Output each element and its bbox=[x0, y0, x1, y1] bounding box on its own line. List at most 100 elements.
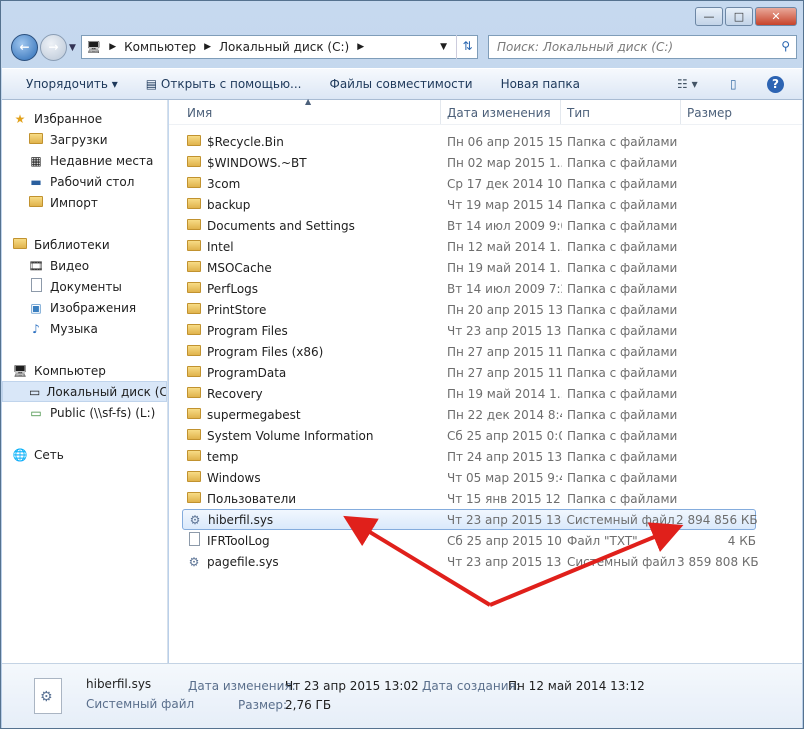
file-row[interactable]: 3com Ср 17 дек 2014 10:... Папка с файла… bbox=[182, 173, 756, 194]
breadcrumb-separator-icon[interactable]: ▶ bbox=[204, 42, 211, 52]
address-bar[interactable]: 🖥 ▶ Компьютер ▶ Локальный диск (C:) ▶ ▼ bbox=[81, 35, 478, 59]
sidebar-item-desktop[interactable]: ▬ Рабочий стол bbox=[2, 171, 167, 192]
sidebar-item-network-drive[interactable]: ▭ Public (\\sf-fs) (L:) bbox=[2, 402, 167, 423]
details-modified-label: Дата изменения: bbox=[188, 679, 296, 693]
sidebar-item-downloads[interactable]: Загрузки bbox=[2, 129, 167, 150]
file-name-cell: ProgramData bbox=[182, 365, 442, 380]
maximize-button[interactable]: □ bbox=[725, 7, 753, 26]
file-row[interactable]: ⚙ pagefile.sys Чт 23 апр 2015 13:... Сист… bbox=[182, 551, 759, 572]
file-date: Ср 17 дек 2014 10:... bbox=[447, 176, 562, 191]
sidebar-label: Сеть bbox=[34, 447, 64, 462]
sidebar-item-pictures[interactable]: ▣ Изображения bbox=[2, 297, 167, 318]
file-row[interactable]: PrintStore Пн 20 апр 2015 13... Папка с … bbox=[182, 299, 756, 320]
help-icon[interactable]: ? bbox=[767, 75, 784, 93]
file-type: Папка с файлами bbox=[567, 365, 678, 380]
back-button[interactable]: ← bbox=[11, 34, 38, 61]
column-header-type[interactable]: Тип bbox=[561, 100, 681, 124]
locked-folder-icon bbox=[186, 428, 202, 443]
new-folder-button[interactable]: Новая папка bbox=[487, 77, 594, 91]
file-row[interactable]: Documents and Settings Вт 14 июл 2009 9:… bbox=[182, 215, 756, 236]
file-name: Program Files bbox=[207, 323, 288, 338]
forward-button[interactable]: → bbox=[40, 34, 67, 61]
file-row[interactable]: $WINDOWS.~BT Пн 02 мар 2015 1... Папка с… bbox=[182, 152, 756, 173]
file-date: Чт 23 апр 2015 13:... bbox=[447, 323, 562, 338]
sidebar-label: Видео bbox=[50, 258, 90, 273]
libraries-icon bbox=[12, 237, 28, 252]
file-name-cell: $Recycle.Bin bbox=[182, 134, 442, 149]
file-name: pagefile.sys bbox=[207, 554, 279, 569]
search-placeholder: Поиск: Локальный диск (C:) bbox=[497, 40, 674, 54]
text-file-icon bbox=[186, 532, 202, 549]
folder-icon bbox=[186, 260, 202, 275]
file-row[interactable]: $Recycle.Bin Пн 06 апр 2015 15... Папка … bbox=[182, 131, 756, 152]
file-row[interactable]: Windows Чт 05 мар 2015 9:43 Папка с файл… bbox=[182, 467, 756, 488]
file-row[interactable]: IFRToolLog Сб 25 апр 2015 10... Файл "TX… bbox=[182, 530, 756, 551]
minimize-button[interactable]: — bbox=[695, 7, 723, 26]
file-date: Сб 25 апр 2015 10... bbox=[447, 533, 562, 548]
search-input[interactable]: Поиск: Локальный диск (C:) ⚲ bbox=[488, 35, 797, 59]
sidebar-item-documents[interactable]: Документы bbox=[2, 276, 167, 297]
file-date: Пн 12 май 2014 1... bbox=[447, 239, 562, 254]
refresh-button[interactable]: ⇅ bbox=[456, 35, 478, 59]
column-header-size[interactable]: Размер bbox=[681, 100, 761, 124]
file-row[interactable]: Program Files (x86) Пн 27 апр 2015 11...… bbox=[182, 341, 756, 362]
sidebar-network[interactable]: 🌐 Сеть bbox=[2, 444, 167, 465]
sidebar-item-recent-places[interactable]: ▦ Недавние места bbox=[2, 150, 167, 171]
compat-files-button[interactable]: Файлы совместимости bbox=[316, 77, 487, 91]
pictures-icon: ▣ bbox=[30, 300, 42, 315]
file-name-cell: ⚙ hiberfil.sys bbox=[183, 513, 442, 527]
file-row[interactable]: supermegabest Пн 22 дек 2014 8:49 Папка … bbox=[182, 404, 756, 425]
file-row[interactable]: System Volume Information Сб 25 апр 2015… bbox=[182, 425, 756, 446]
sidebar-favorites[interactable]: ★ Избранное bbox=[2, 108, 167, 129]
file-name: hiberfil.sys bbox=[208, 512, 274, 527]
sidebar-label: Локальный диск (C:) bbox=[46, 384, 167, 399]
file-row[interactable]: Program Files Чт 23 апр 2015 13:... Папк… bbox=[182, 320, 756, 341]
star-icon: ★ bbox=[14, 111, 26, 126]
recent-pages-dropdown[interactable]: ▼ bbox=[69, 43, 76, 53]
sidebar-computer[interactable]: 🖥 Компьютер bbox=[2, 360, 167, 381]
open-with-icon: ▤ bbox=[145, 77, 161, 91]
details-created-value: Пн 12 май 2014 13:12 bbox=[508, 679, 645, 693]
open-with-button[interactable]: ▤ Открыть с помощью... bbox=[132, 77, 316, 91]
column-header-name[interactable]: Имя ▲ bbox=[169, 97, 441, 124]
breadcrumb-computer[interactable]: Компьютер bbox=[124, 40, 196, 54]
breadcrumb-local-disk[interactable]: Локальный диск (C:) bbox=[219, 40, 349, 54]
file-row[interactable]: PerfLogs Вт 14 июл 2009 7:20 Папка с фай… bbox=[182, 278, 756, 299]
breadcrumb-separator-icon[interactable]: ▶ bbox=[357, 42, 364, 52]
file-date: Сб 25 апр 2015 0:00 bbox=[447, 428, 562, 443]
view-options-icon[interactable]: ☷ ▾ bbox=[677, 77, 698, 91]
file-row[interactable]: Пользователи Чт 15 янв 2015 12:... Папка… bbox=[182, 488, 756, 509]
folder-icon bbox=[186, 365, 202, 380]
file-type: Системный файл bbox=[566, 512, 675, 527]
file-row[interactable]: Recovery Пн 19 май 2014 1... Папка с фай… bbox=[182, 383, 756, 404]
file-type: Папка с файлами bbox=[567, 260, 678, 275]
column-headers: Имя ▲ Дата изменения Тип Размер bbox=[169, 97, 802, 125]
file-row[interactable]: temp Пт 24 апр 2015 13:... Папка с файла… bbox=[182, 446, 756, 467]
sidebar-libraries[interactable]: Библиотеки bbox=[2, 234, 167, 255]
breadcrumb-separator-icon[interactable]: ▶ bbox=[109, 42, 116, 52]
preview-pane-icon[interactable]: ▯ bbox=[730, 77, 737, 91]
file-row[interactable]: ⚙ hiberfil.sys Чт 23 апр 2015 13:... Сист… bbox=[182, 509, 758, 530]
column-header-date[interactable]: Дата изменения bbox=[441, 100, 561, 124]
organize-button[interactable]: Упорядочить ▾ bbox=[2, 77, 132, 91]
sidebar-item-music[interactable]: ♪ Музыка bbox=[2, 318, 167, 339]
file-type: Папка с файлами bbox=[567, 281, 678, 296]
close-button[interactable]: ✕ bbox=[755, 7, 797, 26]
desktop-icon: ▬ bbox=[30, 174, 42, 189]
file-date: Вт 14 июл 2009 9:08 bbox=[447, 218, 562, 233]
sidebar-item-import[interactable]: Импорт bbox=[2, 192, 167, 213]
address-dropdown-icon[interactable]: ▼ bbox=[440, 42, 447, 52]
file-row[interactable]: Intel Пн 12 май 2014 1... Папка с файлам… bbox=[182, 236, 756, 257]
file-row[interactable]: ProgramData Пн 27 апр 2015 11... Папка с… bbox=[182, 362, 756, 383]
sidebar-label: Библиотеки bbox=[34, 237, 110, 252]
file-type: Папка с файлами bbox=[567, 134, 678, 149]
sidebar-label: Загрузки bbox=[50, 132, 108, 147]
search-icon[interactable]: ⚲ bbox=[781, 39, 790, 53]
file-row[interactable]: backup Чт 19 мар 2015 14... Папка с файл… bbox=[182, 194, 756, 215]
sidebar-item-local-disk[interactable]: ▭ Локальный диск (C:) bbox=[2, 381, 167, 402]
sidebar-item-video[interactable]: 🎞 Видео bbox=[2, 255, 167, 276]
file-row[interactable]: MSOCache Пн 19 май 2014 1... Папка с фай… bbox=[182, 257, 756, 278]
video-icon: 🎞 bbox=[28, 258, 44, 273]
file-name: Intel bbox=[207, 239, 234, 254]
file-type: Папка с файлами bbox=[567, 155, 678, 170]
